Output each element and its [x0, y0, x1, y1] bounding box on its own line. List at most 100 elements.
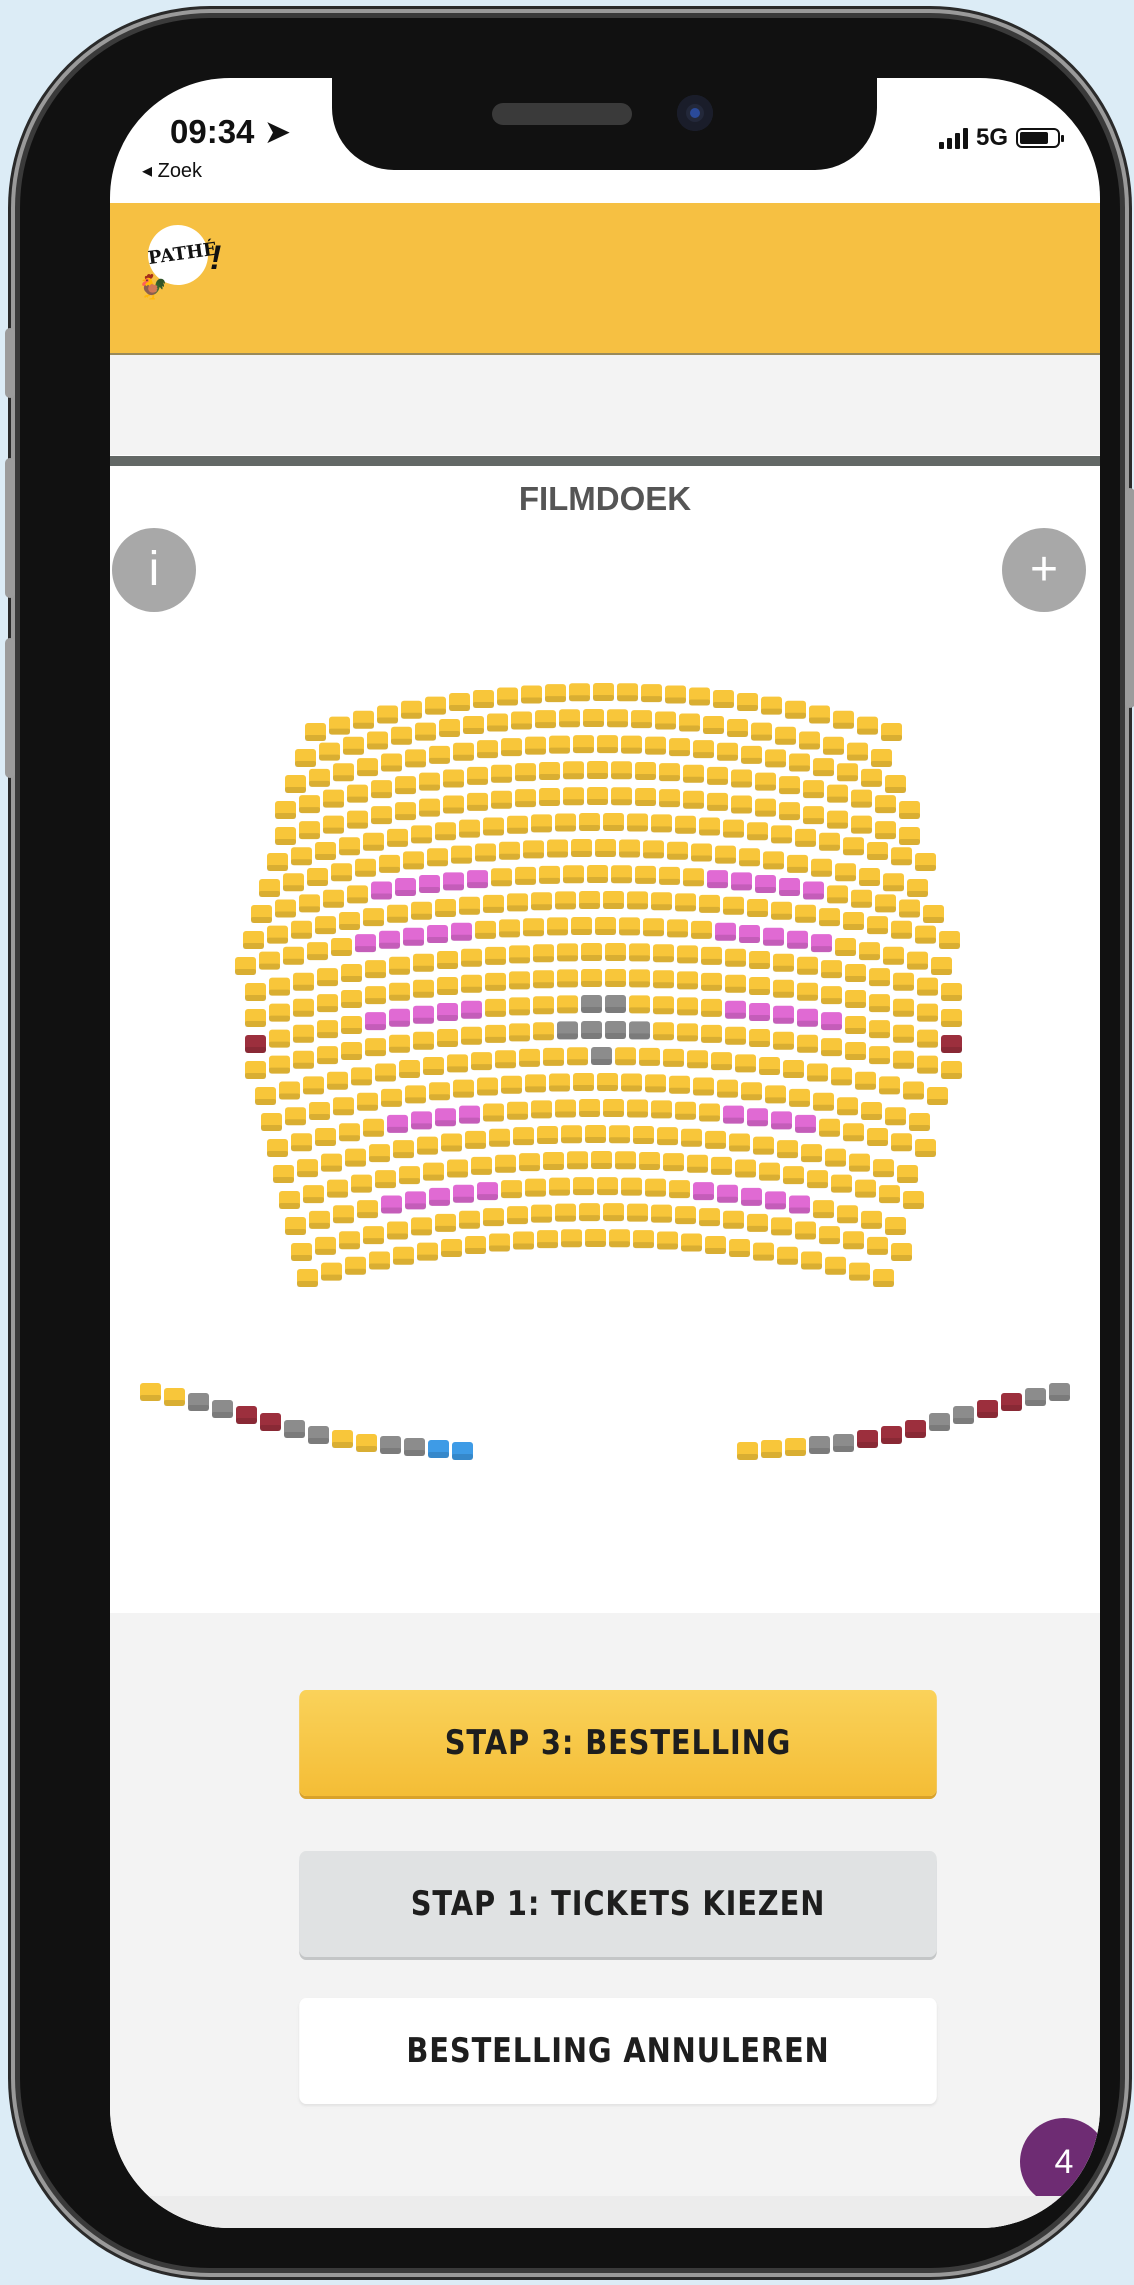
- seat-available[interactable]: [533, 944, 554, 963]
- seat-available[interactable]: [425, 696, 446, 715]
- seat[interactable]: [833, 1434, 854, 1452]
- seat-available[interactable]: [567, 1047, 588, 1066]
- seat-available[interactable]: [507, 1206, 528, 1225]
- seat-available[interactable]: [437, 977, 458, 996]
- seat-available[interactable]: [683, 868, 704, 887]
- seat-available[interactable]: [833, 710, 854, 729]
- seat-available[interactable]: [331, 937, 352, 956]
- seat-available[interactable]: [579, 1099, 600, 1118]
- seat-available[interactable]: [859, 868, 880, 887]
- seat-available[interactable]: [827, 885, 848, 904]
- seat-available[interactable]: [779, 776, 800, 795]
- seat-available[interactable]: [243, 931, 264, 949]
- seat-available[interactable]: [477, 740, 498, 759]
- seat-available[interactable]: [339, 1123, 360, 1142]
- seat-available[interactable]: [543, 1151, 564, 1170]
- seat-available[interactable]: [917, 1055, 938, 1074]
- seat-available[interactable]: [869, 994, 890, 1013]
- seat-available[interactable]: [677, 971, 698, 990]
- seat-available[interactable]: [651, 814, 672, 833]
- seat-premium[interactable]: [731, 872, 752, 891]
- seat-available[interactable]: [621, 1073, 642, 1092]
- seat-available[interactable]: [859, 942, 880, 961]
- seat-available[interactable]: [627, 813, 648, 832]
- seat-available[interactable]: [795, 904, 816, 923]
- seat-premium[interactable]: [741, 1187, 762, 1206]
- seat-available[interactable]: [235, 957, 256, 975]
- seat-available[interactable]: [849, 1262, 870, 1281]
- seat-available[interactable]: [375, 1170, 396, 1189]
- seat-available[interactable]: [705, 1235, 726, 1254]
- seat-available[interactable]: [619, 839, 640, 858]
- seat-available[interactable]: [375, 1063, 396, 1082]
- seat-available[interactable]: [435, 822, 456, 841]
- seat-available[interactable]: [285, 775, 306, 793]
- seat-available[interactable]: [261, 1113, 282, 1131]
- seat-available[interactable]: [869, 968, 890, 987]
- seat-available[interactable]: [299, 821, 320, 840]
- seat-available[interactable]: [387, 1221, 408, 1240]
- seat-available[interactable]: [485, 972, 506, 991]
- seat-available[interactable]: [549, 1073, 570, 1092]
- seat-premium[interactable]: [453, 1184, 474, 1203]
- seat-available[interactable]: [513, 1127, 534, 1146]
- seat-available[interactable]: [763, 851, 784, 870]
- seat-premium[interactable]: [381, 1195, 402, 1214]
- seat-premium[interactable]: [779, 878, 800, 897]
- seat-available[interactable]: [915, 1139, 936, 1157]
- seat-available[interactable]: [931, 957, 952, 975]
- seat-available[interactable]: [751, 722, 772, 741]
- seat-premium[interactable]: [419, 875, 440, 893]
- seat-available[interactable]: [293, 998, 314, 1017]
- seat-available[interactable]: [629, 943, 650, 962]
- seat-premium[interactable]: [365, 1012, 386, 1031]
- seat-available[interactable]: [323, 815, 344, 834]
- seat-available[interactable]: [369, 1144, 390, 1163]
- seat-available[interactable]: [659, 866, 680, 885]
- seat-available[interactable]: [657, 1231, 678, 1250]
- seat-available[interactable]: [413, 953, 434, 972]
- seat-available[interactable]: [403, 851, 424, 870]
- step1-tickets-button[interactable]: STAP 1: TICKETS KIEZEN: [299, 1851, 937, 1957]
- seat-available[interactable]: [465, 1130, 486, 1149]
- seat-available[interactable]: [643, 918, 664, 937]
- seat[interactable]: [1049, 1383, 1070, 1401]
- seat-available[interactable]: [835, 937, 856, 956]
- seat-available[interactable]: [635, 761, 656, 780]
- seat-available[interactable]: [591, 1151, 612, 1169]
- seat-available[interactable]: [651, 1204, 672, 1223]
- seat-available[interactable]: [491, 764, 512, 783]
- seat-available[interactable]: [803, 780, 824, 799]
- seat[interactable]: [905, 1420, 926, 1438]
- seat-available[interactable]: [437, 1029, 458, 1048]
- seat-available[interactable]: [447, 1159, 468, 1178]
- seat-premium[interactable]: [477, 1182, 498, 1201]
- seat-available[interactable]: [837, 1097, 858, 1116]
- seat-available[interactable]: [539, 865, 560, 884]
- seat-available[interactable]: [699, 894, 720, 913]
- seat-available[interactable]: [755, 772, 776, 791]
- seat[interactable]: [881, 1426, 902, 1444]
- seat-available[interactable]: [667, 841, 688, 860]
- seat-available[interactable]: [365, 1038, 386, 1057]
- seat-available[interactable]: [315, 1128, 336, 1147]
- seat-available[interactable]: [475, 920, 496, 939]
- seat[interactable]: [1001, 1393, 1022, 1411]
- seat-available[interactable]: [357, 1200, 378, 1219]
- seat-available[interactable]: [687, 1050, 708, 1069]
- seat-available[interactable]: [405, 1085, 426, 1104]
- seat-map[interactable]: [110, 478, 1100, 1628]
- seat-available[interactable]: [845, 1015, 866, 1034]
- seat-available[interactable]: [611, 865, 632, 884]
- seat-available[interactable]: [747, 899, 768, 918]
- seat-available[interactable]: [603, 1203, 624, 1222]
- seat-available[interactable]: [633, 1125, 654, 1144]
- seat-available[interactable]: [413, 1031, 434, 1050]
- seat-available[interactable]: [585, 1229, 606, 1247]
- seat-available[interactable]: [513, 1231, 534, 1250]
- seat-available[interactable]: [309, 1102, 330, 1121]
- seat-available[interactable]: [617, 683, 638, 702]
- seat-available[interactable]: [765, 749, 786, 768]
- seat[interactable]: [260, 1413, 281, 1431]
- seat-available[interactable]: [363, 1118, 384, 1137]
